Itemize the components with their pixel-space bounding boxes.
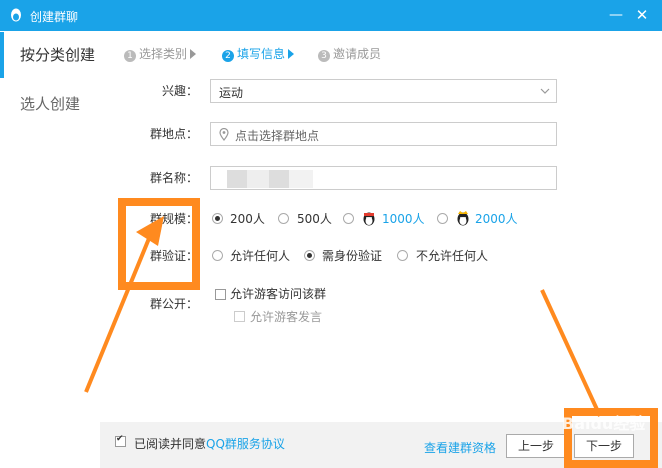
step-number: 3 [318, 50, 330, 62]
group-size-label: 群规模： [149, 212, 198, 226]
sidebar-item-by-person[interactable]: 选人创建 [0, 81, 118, 127]
option-label: 允许任何人 [230, 249, 291, 263]
option-label: 1000人 [382, 212, 425, 226]
option-label: 200人 [230, 212, 265, 226]
agree-text: 已阅读并同意QQ群服务协议 [134, 436, 285, 452]
step-number: 2 [222, 50, 234, 62]
group-verify-label: 群验证： [149, 249, 198, 263]
step-select-category: 1 选择类别 [124, 44, 197, 64]
radio-button[interactable] [212, 250, 223, 261]
location-label: 群地点： [149, 127, 198, 141]
checkbox [234, 311, 245, 322]
step-label: 选择类别 [139, 47, 188, 61]
checkbox[interactable] [215, 289, 226, 300]
close-icon[interactable]: ✕ [632, 5, 652, 25]
gold-penguin-icon [457, 211, 469, 226]
group-name-label: 群名称： [149, 171, 198, 185]
step-number: 1 [124, 50, 136, 62]
interest-label: 兴趣： [161, 84, 198, 98]
radio-button[interactable] [304, 250, 315, 261]
watermark: Baidu经验 [562, 414, 646, 433]
radio-button[interactable] [437, 213, 448, 224]
service-agreement-link[interactable]: QQ群服务协议 [206, 437, 285, 451]
sidebar: 按分类创建 选人创建 [0, 31, 118, 468]
location-placeholder: 点击选择群地点 [235, 129, 320, 143]
option-label: 2000人 [475, 212, 518, 226]
next-button[interactable]: 下一步 [574, 434, 634, 458]
step-fill-info: 2 填写信息 [222, 44, 295, 64]
radio-button[interactable] [212, 213, 223, 224]
interest-value: 运动 [219, 86, 244, 100]
minimize-icon[interactable]: — [606, 5, 626, 25]
triangle-right-icon [288, 49, 295, 59]
agree-prefix: 已阅读并同意 [134, 437, 207, 451]
arrow-annotation-right [540, 289, 602, 417]
location-pin-icon [219, 128, 229, 141]
radio-button[interactable] [343, 213, 354, 224]
radio-button[interactable] [278, 213, 289, 224]
radio-button[interactable] [397, 250, 408, 261]
step-label: 邀请成员 [333, 47, 382, 61]
window-title: 创建群聊 [30, 10, 79, 24]
option-label: 不允许任何人 [416, 249, 489, 263]
step-label: 填写信息 [237, 47, 286, 61]
qualification-link[interactable]: 查看建群资格 [424, 440, 496, 456]
chevron-down-icon [540, 88, 550, 94]
red-penguin-icon [363, 212, 375, 226]
group-public-label: 群公开： [149, 297, 198, 311]
interest-select[interactable]: 运动 [210, 79, 557, 103]
group-name-input[interactable] [210, 166, 557, 190]
option-label: 500人 [297, 212, 332, 226]
triangle-right-icon [190, 49, 197, 59]
blurred-name-text [227, 170, 313, 188]
qq-penguin-icon [11, 8, 21, 22]
title-bar: 创建群聊 — ✕ [0, 0, 662, 31]
option-label: 允许游客访问该群 [230, 287, 327, 301]
option-label: 允许游客发言 [250, 310, 323, 324]
option-label: 需身份验证 [322, 249, 383, 263]
location-field[interactable]: 点击选择群地点 [210, 122, 557, 146]
sidebar-item-by-category[interactable]: 按分类创建 [0, 32, 118, 78]
step-invite-members: 3 邀请成员 [318, 44, 381, 64]
agree-checkbox[interactable] [115, 434, 126, 447]
prev-button[interactable]: 上一步 [506, 434, 566, 458]
